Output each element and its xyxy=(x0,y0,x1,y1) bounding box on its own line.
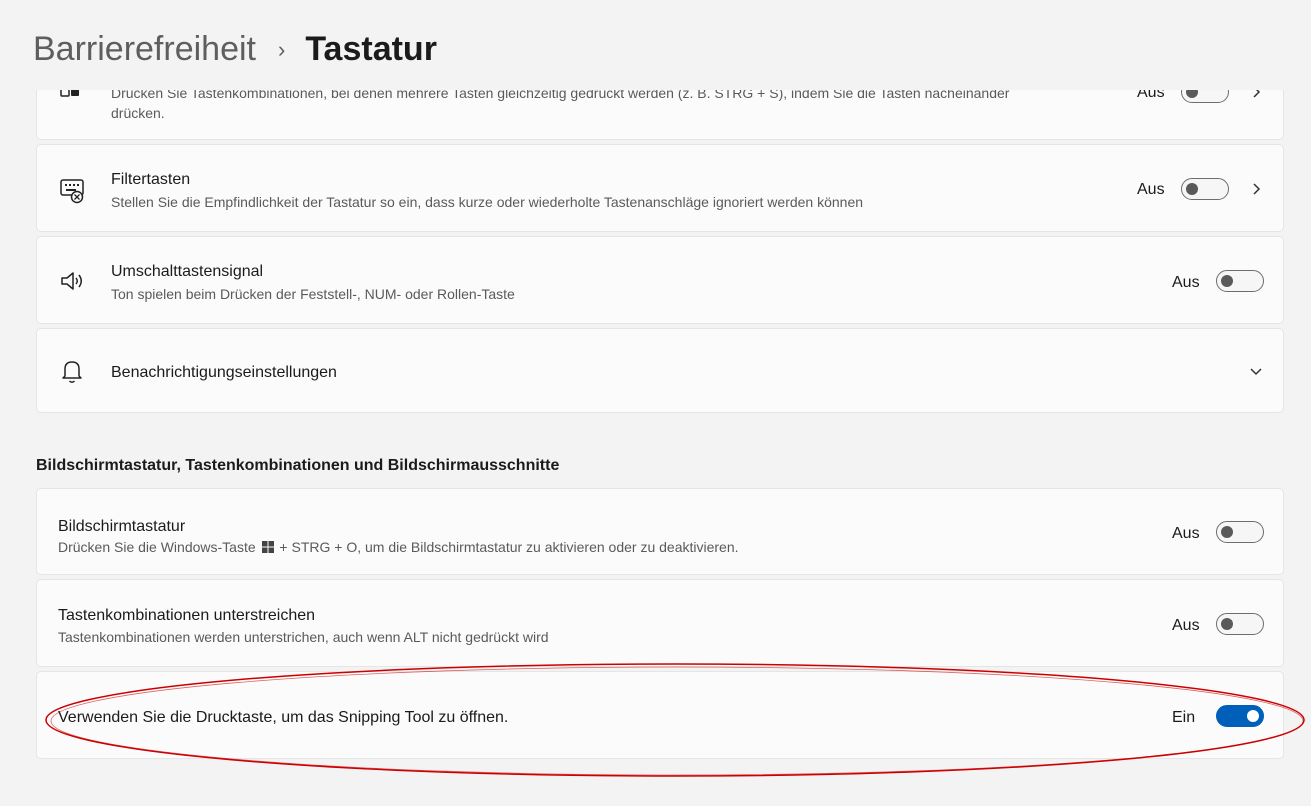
bell-icon xyxy=(62,361,82,383)
section-heading: Bildschirmtastatur, Tastenkombinationen … xyxy=(36,457,560,474)
umschalttastensignal-description: Ton spielen beim Drücken der Feststell-,… xyxy=(111,286,515,302)
card-benachrichtigungseinstellungen[interactable]: Benachrichtigungseinstellungen xyxy=(36,328,1284,413)
breadcrumb-parent[interactable]: Barrierefreiheit xyxy=(33,30,256,69)
desc-text-after: + STRG + O, um die Bildschirmtastatur zu… xyxy=(279,539,739,555)
speaker-icon xyxy=(61,272,82,290)
filtertasten-toggle[interactable] xyxy=(1181,178,1229,200)
filtertasten-state: Aus xyxy=(1137,181,1165,198)
card-drucktaste-snipping-tool[interactable]: Verwenden Sie die Drucktaste, um das Sni… xyxy=(36,671,1284,759)
bildschirmtastatur-description: Drücken Sie die Windows-Taste + STRG + O… xyxy=(58,539,739,555)
filter-keys-icon xyxy=(60,179,84,204)
benachrichtigung-title: Benachrichtigungseinstellungen xyxy=(111,364,337,381)
umschalttastensignal-state: Aus xyxy=(1172,274,1200,291)
breadcrumb-separator: › xyxy=(277,36,286,62)
drucktaste-toggle[interactable] xyxy=(1216,705,1264,727)
umschalttastensignal-toggle[interactable] xyxy=(1216,270,1264,292)
drucktaste-title: Verwenden Sie die Drucktaste, um das Sni… xyxy=(58,709,509,726)
unterstreichen-state: Aus xyxy=(1172,617,1200,634)
unterstreichen-description: Tastenkombinationen werden unterstrichen… xyxy=(58,629,549,645)
breadcrumb: Barrierefreiheit › Tastatur xyxy=(33,30,437,69)
page-title: Tastatur xyxy=(305,30,437,68)
desc-text-before: Drücken Sie die Windows-Taste xyxy=(58,539,256,555)
filtertasten-description: Stellen Sie die Empfindlichkeit der Tast… xyxy=(111,194,864,210)
umschalttastensignal-title: Umschalttastensignal xyxy=(111,263,264,280)
page-header: Barrierefreiheit › Tastatur xyxy=(0,0,1311,90)
einrastfunktion-description-2: drücken. xyxy=(111,105,165,121)
bildschirmtastatur-toggle[interactable] xyxy=(1216,521,1264,543)
card-tastenkombinationen-unterstreichen[interactable]: Tastenkombinationen unterstreichen Taste… xyxy=(36,579,1284,667)
chevron-down-icon[interactable] xyxy=(1249,364,1263,378)
bildschirmtastatur-state: Aus xyxy=(1172,525,1200,542)
card-umschalttastensignal[interactable]: Umschalttastensignal Ton spielen beim Dr… xyxy=(36,236,1284,324)
unterstreichen-toggle[interactable] xyxy=(1216,613,1264,635)
card-filtertasten[interactable]: Filtertasten Stellen Sie die Empfindlich… xyxy=(36,144,1284,232)
unterstreichen-title: Tastenkombinationen unterstreichen xyxy=(58,607,316,624)
bildschirmtastatur-title: Bildschirmtastatur xyxy=(58,518,186,535)
filtertasten-title: Filtertasten xyxy=(111,171,191,188)
windows-logo-icon xyxy=(261,541,274,553)
card-bildschirmtastatur[interactable]: Bildschirmtastatur Drücken Sie die Windo… xyxy=(36,488,1284,575)
drucktaste-state: Ein xyxy=(1172,709,1196,726)
chevron-right-icon[interactable] xyxy=(1249,182,1263,196)
